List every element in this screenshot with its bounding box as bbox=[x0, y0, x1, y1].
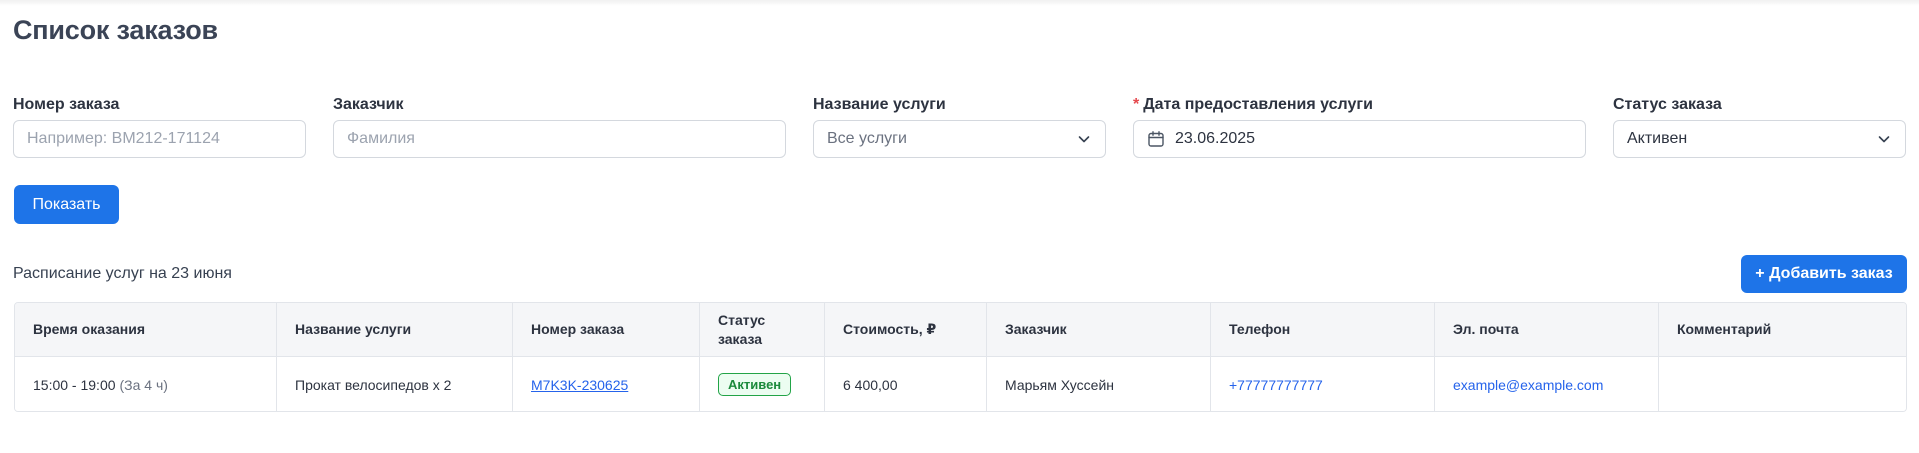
service-select[interactable]: Все услуги bbox=[813, 120, 1106, 158]
cell-comment bbox=[1659, 357, 1906, 411]
orders-table: Время оказания Название услуги Номер зак… bbox=[14, 302, 1907, 412]
header-shadow bbox=[0, 0, 1919, 6]
status-label: Статус заказа bbox=[1613, 96, 1722, 113]
calendar-icon bbox=[1148, 131, 1164, 147]
cell-service: Прокат велосипедов х 2 bbox=[277, 357, 513, 411]
status-select-value: Активен bbox=[1627, 130, 1688, 147]
show-button[interactable]: Показать bbox=[14, 185, 119, 224]
cell-price: 6 400,00 bbox=[825, 357, 987, 411]
service-label: Название услуги bbox=[813, 96, 946, 113]
time-range: 15:00 - 19:00 bbox=[33, 376, 116, 393]
phone-link[interactable]: +77777777777 bbox=[1229, 377, 1323, 393]
cell-status: Активен bbox=[700, 357, 825, 411]
column-header-time: Время оказания bbox=[15, 303, 277, 356]
cell-order: M7K3K-230625 bbox=[513, 357, 700, 411]
status-select[interactable]: Активен bbox=[1613, 120, 1906, 158]
column-header-customer: Заказчик bbox=[987, 303, 1211, 356]
chevron-down-icon bbox=[1878, 136, 1890, 143]
date-label-text: Дата предоставления услуги bbox=[1143, 96, 1373, 113]
column-header-price: Стоимость, ₽ bbox=[825, 303, 987, 356]
service-select-value: Все услуги bbox=[827, 130, 907, 147]
cell-phone: +77777777777 bbox=[1211, 357, 1435, 411]
column-header-phone: Телефон bbox=[1211, 303, 1435, 356]
date-label: * Дата предоставления услуги bbox=[1133, 96, 1373, 114]
required-mark: * bbox=[1133, 96, 1140, 113]
column-header-status-line2: заказа bbox=[718, 330, 763, 347]
column-header-email: Эл. почта bbox=[1435, 303, 1659, 356]
customer-label: Заказчик bbox=[333, 96, 404, 113]
chevron-down-icon bbox=[1078, 136, 1090, 143]
date-value: 23.06.2025 bbox=[1175, 130, 1256, 147]
table-header: Время оказания Название услуги Номер зак… bbox=[15, 303, 1906, 357]
schedule-title: Расписание услуг на 23 июня bbox=[13, 265, 232, 282]
time-hint: (За 4 ч) bbox=[119, 376, 168, 393]
order-number-link[interactable]: M7K3K-230625 bbox=[531, 377, 628, 393]
column-header-order: Номер заказа bbox=[513, 303, 700, 356]
order-number-input[interactable] bbox=[13, 120, 306, 158]
column-header-comment: Комментарий bbox=[1677, 321, 1772, 337]
page-title: Список заказов bbox=[13, 15, 218, 45]
date-picker[interactable]: 23.06.2025 bbox=[1133, 120, 1586, 158]
customer-input[interactable] bbox=[333, 120, 786, 158]
column-header-status: Статус заказа bbox=[700, 303, 825, 356]
cell-email: example@example.com bbox=[1435, 357, 1659, 411]
status-badge: Активен bbox=[718, 373, 792, 396]
cell-time: 15:00 - 19:00 (За 4 ч) bbox=[15, 357, 277, 411]
cell-customer: Марьям Хуссейн bbox=[987, 357, 1211, 411]
add-order-button[interactable]: + Добавить заказ bbox=[1741, 255, 1907, 293]
email-link[interactable]: example@example.com bbox=[1453, 377, 1603, 393]
column-header-status-line1: Статус bbox=[718, 311, 766, 328]
column-header-service: Название услуги bbox=[277, 303, 513, 356]
order-number-label: Номер заказа bbox=[13, 96, 120, 113]
table-row: 15:00 - 19:00 (За 4 ч) Прокат велосипедо… bbox=[15, 357, 1906, 411]
